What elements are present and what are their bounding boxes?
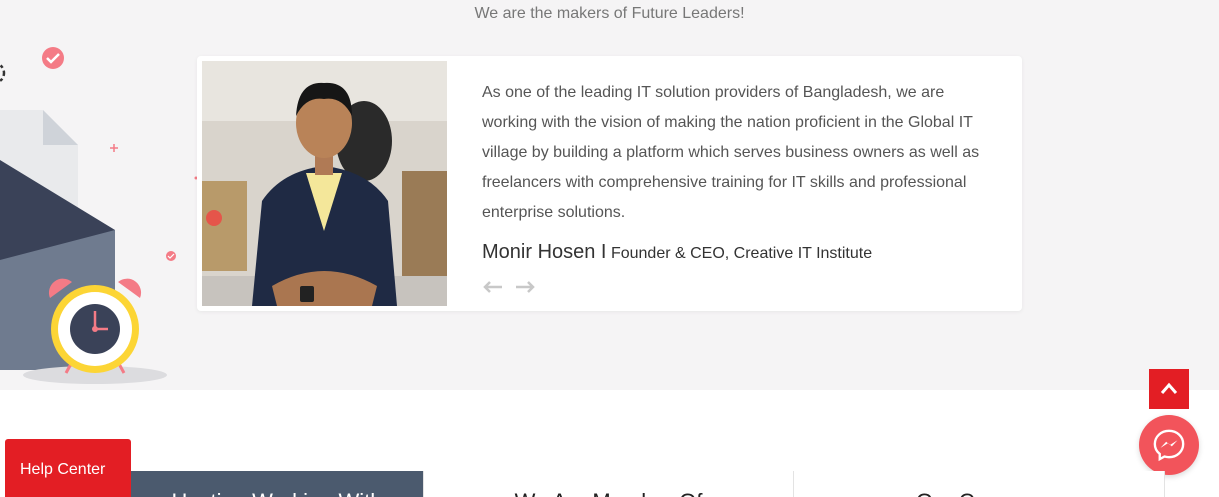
help-center-button[interactable]: Help Center xyxy=(5,439,131,497)
chevron-up-icon xyxy=(1160,382,1178,394)
founder-portrait-image xyxy=(202,61,447,306)
author-name: Monir Hosen I xyxy=(482,241,607,263)
testimonial-card: As one of the leading IT solution provid… xyxy=(197,56,1022,311)
arrow-right-icon[interactable] xyxy=(514,278,536,296)
tab-hosting-working-with[interactable]: Hosting Working With xyxy=(131,471,423,497)
arrow-left-icon[interactable] xyxy=(482,278,504,296)
partner-tabs: Hosting Working With We Are Member Of Ou… xyxy=(131,471,1165,497)
founder-photo xyxy=(202,61,447,306)
tab-our-concern[interactable]: Our Concern xyxy=(793,471,1165,497)
author-role: Founder & CEO, Creative IT Institute xyxy=(610,245,873,262)
testimonial-quote: As one of the leading IT solution provid… xyxy=(482,84,980,221)
messenger-chat-button[interactable] xyxy=(1139,415,1199,475)
testimonial-author: Monir Hosen I Founder & CEO, Creative IT… xyxy=(482,241,872,264)
testimonial-nav xyxy=(482,278,536,296)
check-badge-icon xyxy=(42,47,64,69)
messenger-icon xyxy=(1153,429,1185,462)
envelope-clock-illustration xyxy=(0,47,198,384)
hero-section: We are the makers of Future Leaders! As … xyxy=(0,0,1219,390)
tab-we-are-member-of[interactable]: We Are Member Of xyxy=(423,471,793,497)
back-to-top-button[interactable] xyxy=(1149,369,1189,409)
